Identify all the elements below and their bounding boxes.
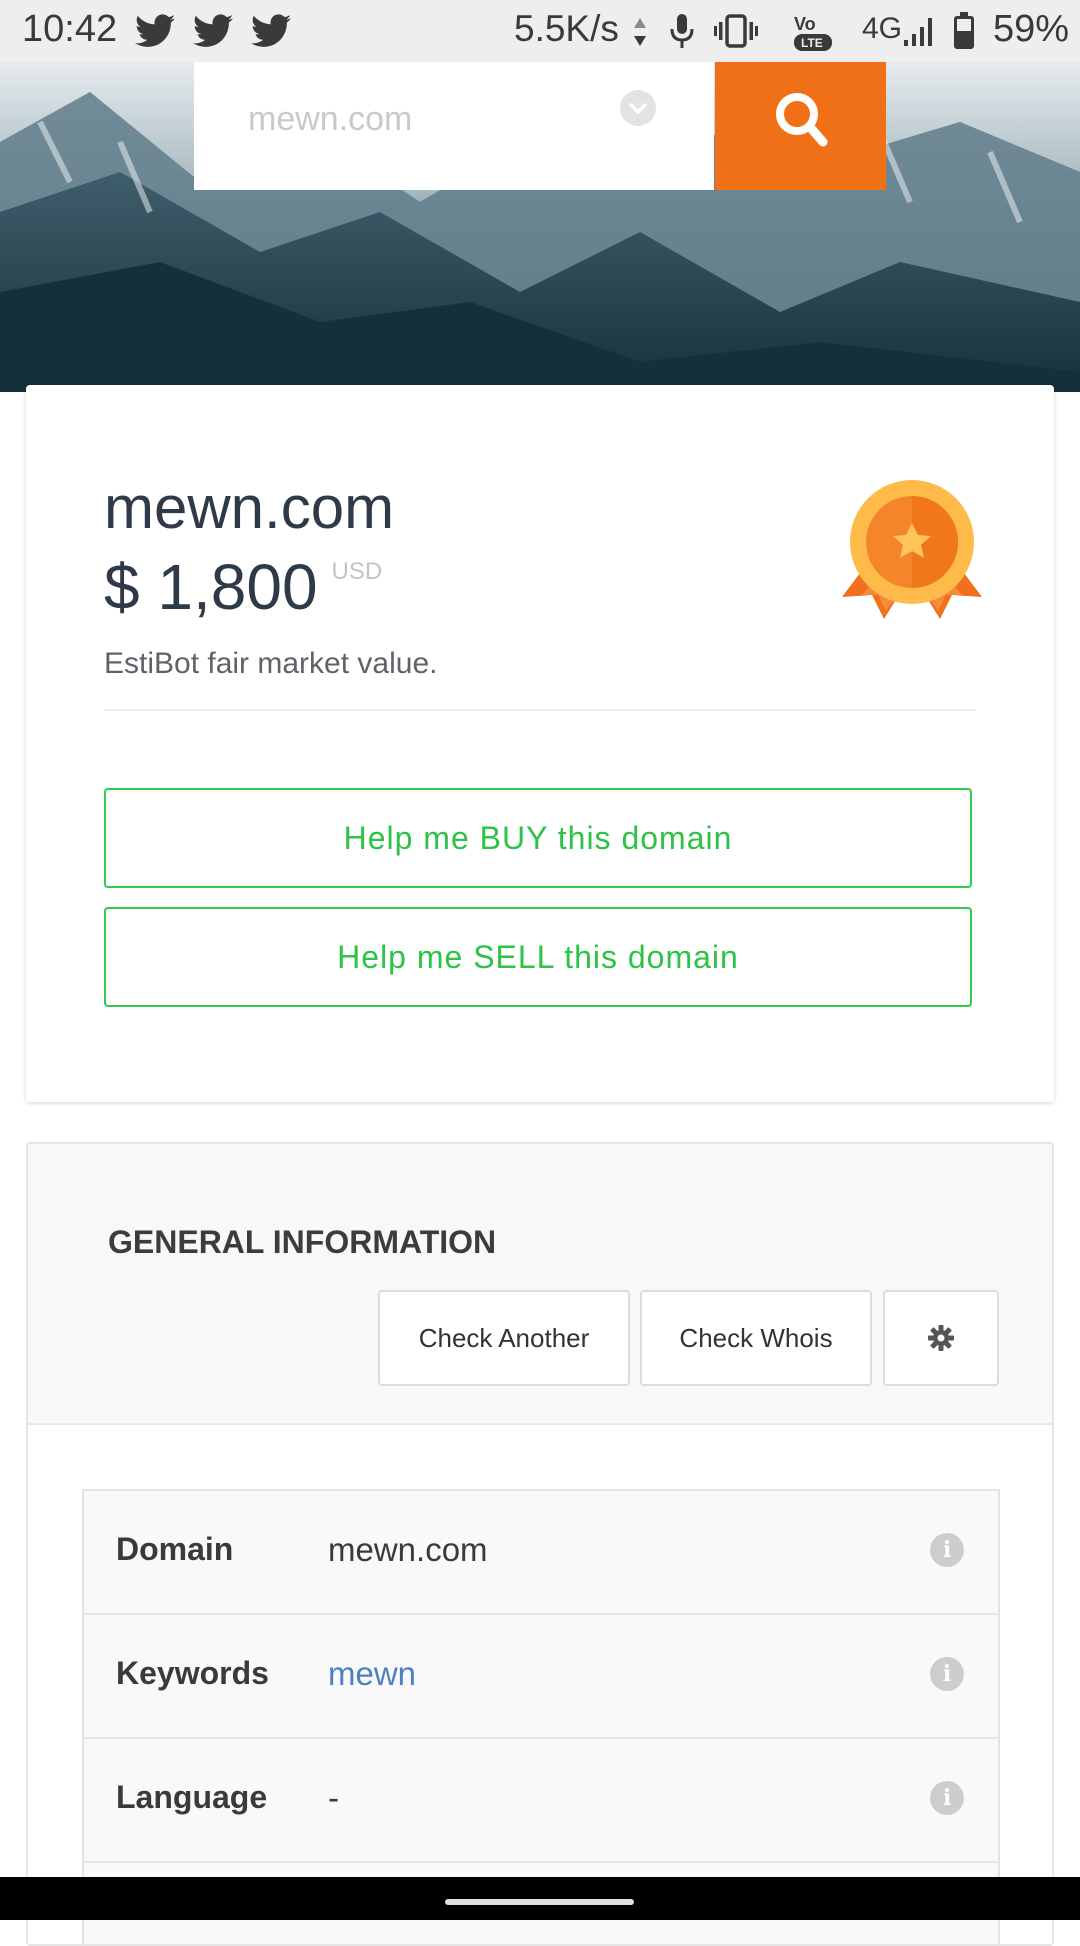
- svg-text:LTE: LTE: [801, 36, 823, 50]
- general-information-header: GENERAL INFORMATION Check Another Check …: [28, 1144, 1052, 1425]
- general-information-panel: GENERAL INFORMATION Check Another Check …: [26, 1142, 1054, 1946]
- signal-icon: [904, 18, 932, 46]
- estimated-price: $ 1,800: [104, 551, 318, 623]
- row-label: Domain: [116, 1531, 234, 1567]
- valuation-description: EstiBot fair market value.: [104, 647, 438, 680]
- row-value: -: [328, 1779, 339, 1816]
- medal-icon: [832, 477, 992, 632]
- chevron-down-icon[interactable]: [620, 90, 656, 126]
- info-icon[interactable]: i: [930, 1781, 964, 1815]
- search-button[interactable]: [715, 62, 886, 190]
- row-label: Keywords: [116, 1655, 269, 1691]
- valuation-card: mewn.com $ 1,800 USD EstiBot fair market …: [26, 385, 1054, 1102]
- gear-icon: [928, 1325, 954, 1351]
- svg-text:Vo: Vo: [794, 14, 816, 34]
- twitter-icon: [251, 14, 291, 47]
- keyword-link[interactable]: mewn: [328, 1655, 416, 1693]
- info-icon[interactable]: i: [930, 1533, 964, 1567]
- domain-search-box: [194, 62, 714, 190]
- data-arrows-icon: [634, 18, 646, 46]
- row-value: mewn.com: [328, 1531, 488, 1568]
- table-row: Domain mewn.com i: [84, 1491, 998, 1615]
- table-row: Language - i: [84, 1739, 998, 1863]
- home-gesture-bar[interactable]: [445, 1899, 634, 1905]
- sell-domain-button[interactable]: Help me SELL this domain: [104, 907, 972, 1007]
- mic-icon: [670, 14, 694, 48]
- battery-percentage: 59%: [993, 8, 1070, 50]
- card-divider: [104, 709, 976, 711]
- table-row: Keywords mewn i: [84, 1615, 998, 1739]
- search-icon: [776, 93, 828, 147]
- navigation-bar: [0, 1877, 1080, 1920]
- network-type: 4G: [862, 12, 903, 45]
- settings-button[interactable]: [883, 1290, 999, 1386]
- row-label: Language: [116, 1779, 268, 1815]
- currency-label: USD: [331, 558, 383, 585]
- twitter-icon: [193, 14, 233, 47]
- status-time: 10:42: [22, 8, 118, 50]
- status-bar: 10:42 5.5K/s Vo LTE 4G 59%: [0, 0, 1080, 62]
- check-another-button[interactable]: Check Another: [378, 1290, 630, 1386]
- network-speed: 5.5K/s: [514, 8, 619, 49]
- battery-icon: [954, 12, 974, 49]
- twitter-icon: [135, 14, 175, 47]
- domain-name-heading: mewn.com: [104, 474, 395, 541]
- price-row: $ 1,800 USD: [104, 550, 382, 624]
- check-whois-button[interactable]: Check Whois: [640, 1290, 872, 1386]
- vibrate-icon: [714, 14, 758, 48]
- info-icon[interactable]: i: [930, 1657, 964, 1691]
- general-information-title: GENERAL INFORMATION: [108, 1224, 497, 1260]
- domain-search-input[interactable]: [246, 88, 630, 150]
- volte-icon: Vo LTE: [794, 14, 832, 51]
- buy-domain-button[interactable]: Help me BUY this domain: [104, 788, 972, 888]
